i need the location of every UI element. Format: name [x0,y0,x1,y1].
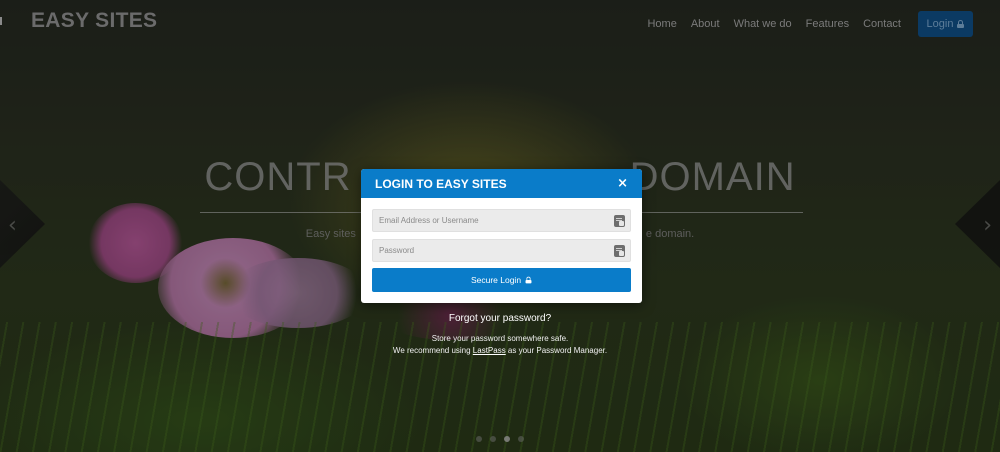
hero-title-right: DOMAIN [629,155,796,199]
password-field-wrapper [372,239,631,262]
close-icon[interactable]: × [617,176,628,191]
brand-logo[interactable]: EASY SITES [31,9,157,33]
note-line-1: Store your password somewhere safe. [431,334,569,343]
secure-login-button[interactable]: Secure Login [372,268,631,292]
password-manager-note: Store your password somewhere safe. We r… [0,333,1000,357]
secure-login-label: Secure Login [470,275,522,285]
main-nav: Home About What we do Features Contact L… [633,0,1000,48]
nav-login-label: Login [926,18,954,30]
nav-link-home[interactable]: Home [647,18,676,30]
hero-subtitle-left: Easy sites [305,228,356,240]
hero-title-left: CONTR [204,155,352,199]
carousel-indicators [476,436,524,442]
hero-subtitle-right: e domain. [645,228,695,240]
nav-link-what-we-do[interactable]: What we do [734,18,792,30]
password-manager-icon[interactable] [614,214,625,227]
lock-icon [957,20,965,28]
carousel-dot[interactable] [490,436,496,442]
email-field[interactable] [373,210,614,231]
carousel-dot[interactable] [476,436,482,442]
carousel-dot[interactable] [518,436,524,442]
lock-icon [525,276,532,284]
chevron-left-icon: ‹ [8,213,17,238]
nav-login-button[interactable]: Login [918,11,973,37]
nav-link-contact[interactable]: Contact [863,18,901,30]
password-field[interactable] [373,240,614,261]
note-line-2: We recommend using LastPass as your Pass… [0,345,1000,357]
modal-title: LOGIN TO EASY SITES [375,176,507,191]
email-field-wrapper [372,209,631,232]
lastpass-link[interactable]: LastPass [473,346,506,355]
login-modal: LOGIN TO EASY SITES × Secure Login [361,169,642,303]
modal-header: LOGIN TO EASY SITES × [361,169,642,198]
chevron-right-icon: › [983,213,992,238]
nav-link-about[interactable]: About [691,18,720,30]
carousel-dot-active[interactable] [504,436,510,442]
password-manager-icon[interactable] [614,244,625,257]
note-line-2-prefix: We recommend using [392,346,473,355]
note-line-2-suffix: as your Password Manager. [505,346,608,355]
forgot-password-link[interactable]: Forgot your password? [0,313,1000,324]
nav-link-features[interactable]: Features [806,18,849,30]
edge-marker [0,17,2,25]
